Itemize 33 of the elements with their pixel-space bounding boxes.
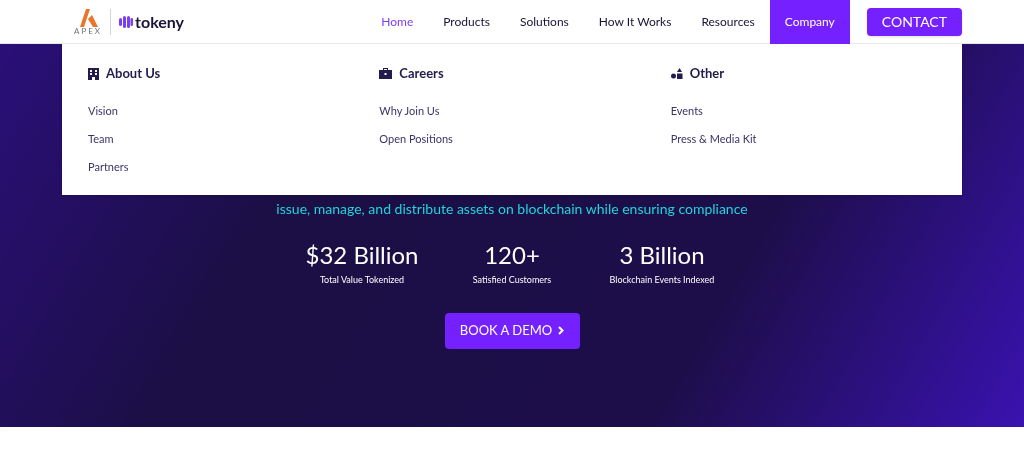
stat-label: Blockchain Events Indexed — [609, 273, 715, 287]
chevron-right-icon — [558, 326, 565, 335]
nav-link[interactable]: How It Works — [583, 0, 687, 44]
nav-link[interactable]: Company — [769, 0, 850, 44]
book-demo-button[interactable]: BOOK A DEMO — [444, 312, 580, 349]
menu-heading: Other — [689, 64, 725, 83]
menu-link[interactable]: Press & Media Kit — [670, 131, 962, 146]
nav-link[interactable]: Resources — [686, 0, 770, 44]
shapes-icon — [670, 68, 683, 80]
menu-link[interactable]: Why Join Us — [379, 103, 671, 118]
nav-link[interactable]: Solutions — [504, 0, 584, 44]
menu-heading: About Us — [106, 64, 161, 83]
stat-label: Total Value Tokenized — [319, 273, 405, 287]
nav-link[interactable]: Products — [428, 0, 505, 44]
tagline: issue, manage, and distribute assets on blockchain while ensuring compliance — [276, 202, 748, 216]
menu-link[interactable]: Partners — [88, 159, 380, 174]
stat-value: 3 Billion — [619, 240, 705, 270]
building-icon — [88, 67, 99, 80]
nav-link[interactable]: Home — [366, 0, 429, 44]
stat-value: 120+ — [484, 240, 540, 270]
logo-icon — [78, 8, 98, 27]
menu-heading: Careers — [399, 64, 444, 83]
menu-link[interactable]: Open Positions — [379, 131, 671, 146]
menu-link[interactable]: Events — [670, 103, 962, 118]
brand-name: APEX — [74, 26, 103, 35]
menu-link[interactable]: Vision — [88, 103, 380, 118]
tokeny-logo-icon — [119, 15, 134, 28]
partner-name: tokeny — [135, 10, 185, 33]
contact-button[interactable]: CONTACT — [866, 7, 962, 36]
menu-link[interactable]: Team — [88, 131, 380, 146]
stat-label: Satisfied Customers — [472, 273, 552, 287]
stat-value: $32 Billion — [305, 240, 419, 270]
briefcase-icon — [379, 68, 393, 80]
